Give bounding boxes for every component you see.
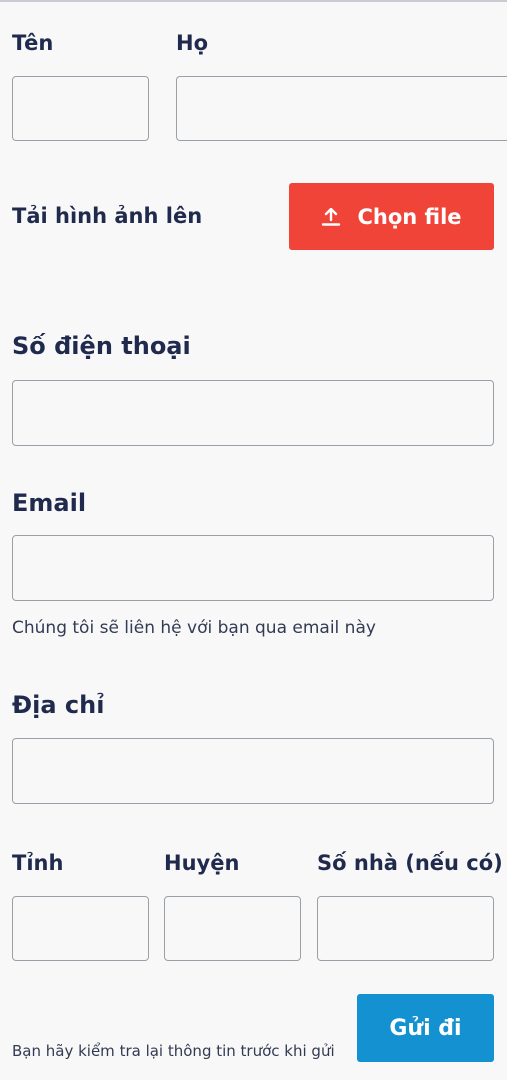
first-name-input[interactable] bbox=[12, 76, 149, 141]
email-label: Email bbox=[12, 489, 87, 517]
district-input[interactable] bbox=[164, 896, 301, 961]
address-label: Địa chỉ bbox=[12, 691, 105, 719]
review-note: Bạn hãy kiểm tra lại thông tin trước khi… bbox=[12, 1042, 335, 1060]
province-label: Tỉnh bbox=[12, 851, 64, 875]
top-divider bbox=[0, 0, 507, 2]
phone-input[interactable] bbox=[12, 380, 494, 446]
upload-label: Tải hình ảnh lên bbox=[12, 204, 203, 228]
phone-label: Số điện thoại bbox=[12, 332, 191, 360]
email-input[interactable] bbox=[12, 535, 494, 601]
email-helper-text: Chúng tôi sẽ liên hệ với bạn qua email n… bbox=[12, 618, 376, 638]
choose-file-button[interactable]: Chọn file bbox=[289, 183, 494, 250]
district-label: Huyện bbox=[164, 851, 240, 875]
last-name-label: Họ bbox=[176, 31, 209, 55]
house-number-input[interactable] bbox=[317, 896, 494, 961]
upload-icon bbox=[321, 207, 341, 226]
address-input[interactable] bbox=[12, 738, 494, 804]
first-name-label: Tên bbox=[12, 31, 54, 55]
submit-label: Gửi đi bbox=[389, 1015, 462, 1041]
choose-file-label: Chọn file bbox=[357, 204, 462, 229]
submit-button[interactable]: Gửi đi bbox=[357, 994, 494, 1062]
house-number-label: Số nhà (nếu có) bbox=[317, 851, 503, 875]
province-input[interactable] bbox=[12, 896, 149, 961]
last-name-input[interactable] bbox=[176, 76, 507, 141]
